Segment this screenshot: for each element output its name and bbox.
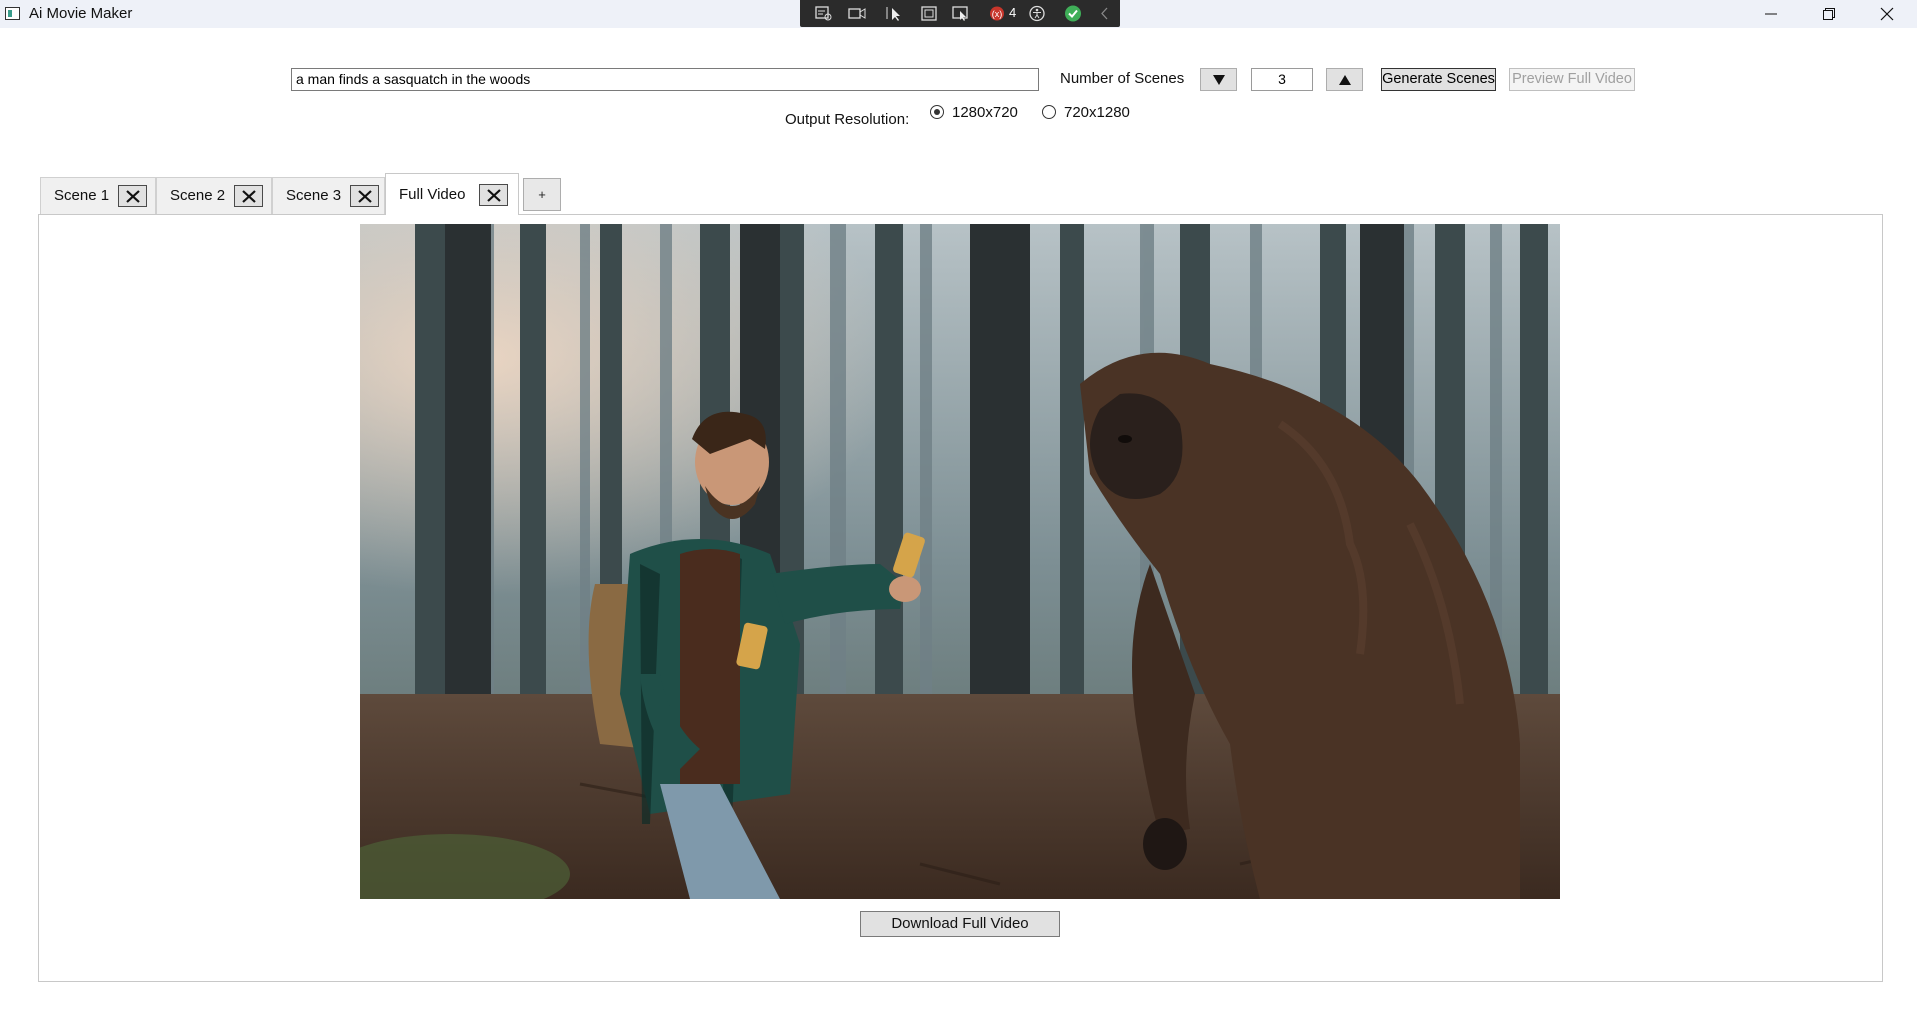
app-icon <box>5 7 20 20</box>
title-bar: Ai Movie Maker (x) 4 <box>0 0 1917 28</box>
close-window-button[interactable] <box>1859 0 1915 28</box>
download-full-video-button[interactable]: Download Full Video <box>860 911 1060 937</box>
video-preview[interactable] <box>360 224 1560 899</box>
radio-720x1280[interactable] <box>1042 105 1056 119</box>
close-tab-button[interactable] <box>479 184 508 206</box>
tab-full-video[interactable]: Full Video <box>385 173 519 215</box>
close-icon <box>487 189 501 202</box>
close-icon <box>1880 7 1894 21</box>
prompt-input[interactable]: a man finds a sasquatch in the woods <box>291 68 1039 91</box>
minimize-icon <box>1765 13 1777 15</box>
tab-scene-1[interactable]: Scene 1 <box>40 177 156 214</box>
close-icon <box>358 190 372 203</box>
binding-failure-count: 4 <box>1009 5 1017 20</box>
video-camera-icon[interactable] <box>848 5 866 22</box>
collapse-chevron-icon[interactable] <box>1096 5 1114 22</box>
accessibility-icon[interactable] <box>1028 5 1046 22</box>
tab-label: Scene 1 <box>54 187 110 204</box>
track-focus-icon[interactable] <box>952 5 970 22</box>
close-icon <box>242 190 256 203</box>
live-tree-icon[interactable] <box>815 5 833 22</box>
scenes-count-field[interactable]: 3 <box>1251 68 1313 91</box>
resolution-label: Output Resolution: <box>785 111 910 128</box>
minimize-button[interactable] <box>1743 0 1799 28</box>
tab-scene-2[interactable]: Scene 2 <box>156 177 272 214</box>
triangle-down-icon <box>1213 75 1225 85</box>
close-tab-button[interactable] <box>350 185 379 207</box>
tab-label: Full Video <box>399 186 466 203</box>
scenes-label: Number of Scenes <box>1060 70 1185 87</box>
triangle-up-icon <box>1339 75 1351 85</box>
radio-1280x720[interactable] <box>930 105 944 119</box>
window-title: Ai Movie Maker <box>29 5 133 22</box>
restore-button[interactable] <box>1801 0 1857 28</box>
checkmark-success-icon[interactable] <box>1064 5 1082 22</box>
tab-label: Scene 3 <box>286 187 342 204</box>
close-icon <box>126 190 140 203</box>
restore-icon <box>1823 8 1835 20</box>
increment-scenes-button[interactable] <box>1326 68 1363 91</box>
video-frame-image <box>360 224 1560 899</box>
radio-1280x720-label[interactable]: 1280x720 <box>952 104 1018 121</box>
select-element-icon[interactable] <box>886 5 904 22</box>
radio-720x1280-label[interactable]: 720x1280 <box>1064 104 1130 121</box>
svg-text:(x): (x) <box>992 9 1003 19</box>
preview-full-video-button[interactable]: Preview Full Video <box>1509 68 1635 91</box>
decrement-scenes-button[interactable] <box>1200 68 1237 91</box>
display-layout-icon[interactable] <box>920 5 938 22</box>
binding-failures-icon[interactable]: (x) <box>988 5 1006 22</box>
tab-label: Scene 2 <box>170 187 226 204</box>
tab-scene-3[interactable]: Scene 3 <box>272 177 385 214</box>
debug-toolbar: (x) 4 <box>800 0 1120 27</box>
generate-scenes-button[interactable]: Generate Scenes <box>1381 68 1496 91</box>
add-tab-button[interactable]: + <box>523 178 561 211</box>
close-tab-button[interactable] <box>234 185 263 207</box>
close-tab-button[interactable] <box>118 185 147 207</box>
